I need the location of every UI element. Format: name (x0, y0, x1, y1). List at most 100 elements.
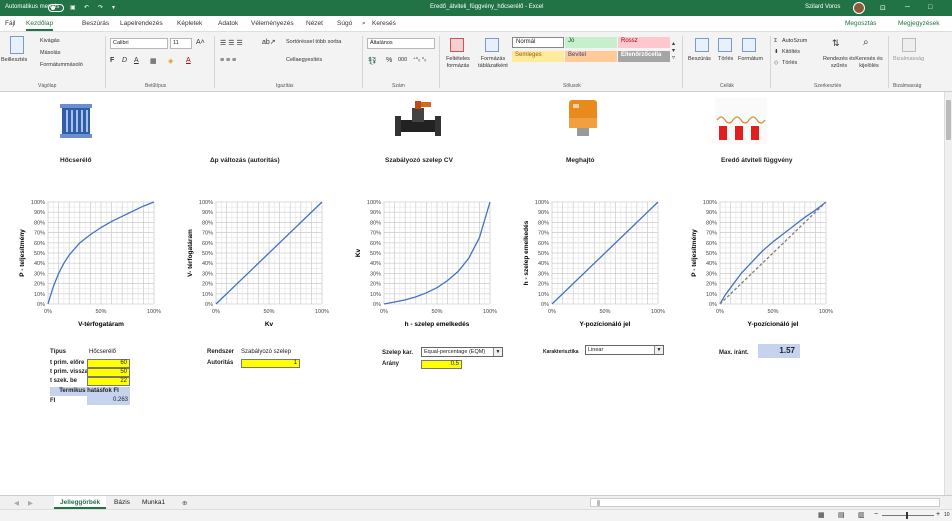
font-name-select[interactable]: Calibri (110, 38, 168, 49)
bold-button[interactable]: F (110, 57, 114, 64)
tab-help[interactable]: Súgó (337, 20, 352, 27)
fill-icon[interactable]: ⬇ (774, 49, 779, 55)
insert-cells-icon[interactable] (695, 38, 709, 52)
tab-file[interactable]: Fájl (5, 20, 15, 27)
comments-button[interactable]: Megjegyzések (898, 20, 940, 27)
style-bad[interactable]: Rossz (618, 37, 670, 48)
find-select-icon[interactable]: ⌕ (863, 37, 869, 48)
param-input[interactable]: 50 (87, 368, 130, 377)
tab-data[interactable]: Adatok (218, 20, 238, 27)
sheet-tab-bazis[interactable]: Bázis (108, 496, 136, 509)
param-input[interactable]: 60 (87, 359, 130, 368)
sensitivity-icon[interactable] (902, 38, 916, 52)
horizontal-scrollbar[interactable] (590, 498, 940, 507)
customize-qat-icon[interactable]: ▾ (112, 4, 115, 11)
autosum-button[interactable]: AutoSzum (782, 38, 807, 44)
styles-scroll-icon[interactable]: ▴ ▾ ▿ (672, 40, 675, 61)
tab-insert[interactable]: Beszúrás (82, 20, 109, 27)
normal-view-icon[interactable]: ▦ (818, 511, 825, 519)
style-check-cell[interactable]: Ellenőrzőcella (618, 51, 670, 62)
scroll-thumb[interactable] (946, 100, 951, 140)
user-name[interactable]: Szilard Voros (805, 4, 840, 10)
undo-icon[interactable]: ↶ (84, 4, 89, 11)
save-icon[interactable]: ▣ (70, 4, 76, 11)
border-icon[interactable]: ▦ (150, 57, 157, 65)
tab-page-layout[interactable]: Lapelrendezés (120, 20, 163, 27)
zoom-in-button[interactable]: + (936, 511, 940, 518)
redo-icon[interactable]: ↷ (98, 4, 103, 11)
paste-button[interactable]: Beillesztés (1, 57, 27, 63)
find-select-button[interactable]: Keresés és kijelölés (852, 56, 886, 70)
share-button[interactable]: Megosztás (845, 20, 876, 27)
cut-button[interactable]: Kivágás (40, 38, 60, 44)
format-as-table-icon[interactable] (485, 38, 499, 52)
style-normal[interactable]: Normál (512, 37, 564, 48)
italic-button[interactable]: D (122, 57, 127, 64)
conditional-format-icon[interactable] (450, 38, 464, 52)
style-neutral[interactable]: Semleges (512, 51, 564, 62)
ribbon-display-icon[interactable]: ⊡ (880, 4, 886, 12)
format-as-table-button[interactable]: Formázás táblázatként (476, 56, 510, 70)
search-box[interactable]: Keresés (372, 20, 396, 27)
delete-cells-icon[interactable] (718, 38, 732, 52)
page-break-view-icon[interactable]: ▥ (858, 511, 865, 519)
wrap-text-button[interactable]: Sortöréssel több sorba (286, 39, 341, 45)
next-sheet-icon[interactable]: ▶ (22, 496, 39, 509)
style-good[interactable]: Jó (565, 37, 617, 48)
align-top-icon[interactable]: ☰ ☰ ☰ (220, 39, 243, 47)
orientation-icon[interactable]: ab↗ (262, 38, 276, 46)
currency-icon[interactable]: 💱 (368, 57, 377, 65)
clear-button[interactable]: Törlés (782, 60, 797, 66)
zoom-slider-thumb[interactable] (906, 512, 908, 519)
format-cells-icon[interactable] (742, 38, 756, 52)
style-input[interactable]: Bevitel (565, 51, 617, 62)
param-input[interactable]: 22 (87, 377, 130, 386)
merge-button[interactable]: Cellaegyesítés (286, 57, 322, 63)
sheet-tab-jelleggorbek[interactable]: Jelleggörbék (54, 496, 107, 509)
page-layout-view-icon[interactable]: ▤ (838, 511, 845, 519)
tab-home[interactable]: Kezdőlap (26, 20, 54, 31)
font-size-select[interactable]: 11 (170, 38, 192, 49)
copy-button[interactable]: Másolás (40, 50, 60, 56)
fill-button[interactable]: Kitöltés (782, 49, 800, 55)
authority-input[interactable]: 1 (241, 359, 300, 368)
tab-formulas[interactable]: Képletek (177, 20, 202, 27)
vertical-scrollbar[interactable] (944, 92, 952, 495)
characteristic-dropdown[interactable]: Linear ▼ (585, 345, 664, 355)
zoom-slider[interactable] (882, 515, 934, 516)
add-sheet-button[interactable]: ⊕ (176, 496, 193, 509)
zoom-level[interactable]: 10 (944, 512, 950, 518)
underline-button[interactable]: A (134, 57, 139, 64)
avatar[interactable] (853, 2, 865, 14)
format-cells-button[interactable]: Formátum (738, 56, 763, 62)
align-left-icon[interactable]: ≡ ≡ ≡ (220, 57, 236, 64)
format-painter-button[interactable]: Formátummásoló (40, 62, 83, 68)
search-icon[interactable]: ⌕ (362, 20, 366, 28)
fill-color-icon[interactable]: ◈ (168, 57, 173, 65)
paste-icon[interactable] (10, 36, 24, 54)
clear-icon[interactable]: ◇ (774, 60, 778, 66)
insert-cells-button[interactable]: Beszúrás (688, 56, 711, 62)
sheet-tab-munka1[interactable]: Munka1 (136, 496, 171, 509)
sort-filter-icon[interactable]: ⇅ (832, 38, 840, 49)
percent-button[interactable]: % (386, 57, 392, 64)
sensitivity-button[interactable]: Bizalmasság (893, 56, 924, 62)
valve-char-dropdown[interactable]: Equal-percentage (EQM) ▼ (421, 347, 503, 357)
maximize-icon[interactable]: □ (928, 4, 932, 11)
worksheet[interactable]: Hőcserélő Δp változás (autoritás) Szabál… (0, 92, 952, 495)
conditional-format-button[interactable]: Feltételes formázás (443, 56, 473, 70)
ratio-input[interactable]: 0.5 (421, 360, 462, 369)
minimize-icon[interactable]: ─ (905, 4, 910, 11)
zoom-out-button[interactable]: − (874, 511, 878, 518)
sort-filter-button[interactable]: Rendezés és szűrés (822, 56, 856, 70)
scroll-thumb[interactable] (597, 500, 600, 506)
autosum-icon[interactable]: Σ (774, 38, 777, 44)
delete-cells-button[interactable]: Törlés (718, 56, 733, 62)
grow-font-icon[interactable]: A˄ (196, 39, 205, 46)
thousands-button[interactable]: 000 (398, 57, 407, 63)
decimal-icon[interactable]: ⁺⁰₀ ⁰₀ (413, 57, 426, 63)
tab-view[interactable]: Nézet (306, 20, 323, 27)
tab-review[interactable]: Véleményezés (251, 20, 294, 27)
autosave-toggle[interactable] (48, 4, 64, 12)
font-color-icon[interactable]: A (186, 57, 191, 64)
